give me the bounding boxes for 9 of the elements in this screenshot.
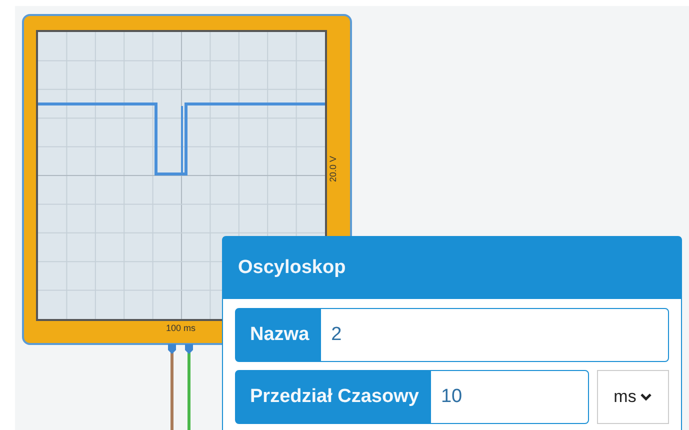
- time-scale-label: 100 ms: [166, 323, 196, 333]
- unit-dropdown[interactable]: ms: [597, 370, 669, 424]
- voltage-scale-label: 20.0 V: [328, 156, 338, 182]
- input-field[interactable]: 10: [430, 371, 588, 423]
- field-label: Nazwa: [249, 323, 310, 347]
- input-field[interactable]: 2: [321, 309, 668, 361]
- field-label: Przedział Czasowy: [249, 385, 420, 409]
- panel-title: Oscyloskop: [238, 257, 346, 279]
- chevron-down-icon: [640, 393, 652, 401]
